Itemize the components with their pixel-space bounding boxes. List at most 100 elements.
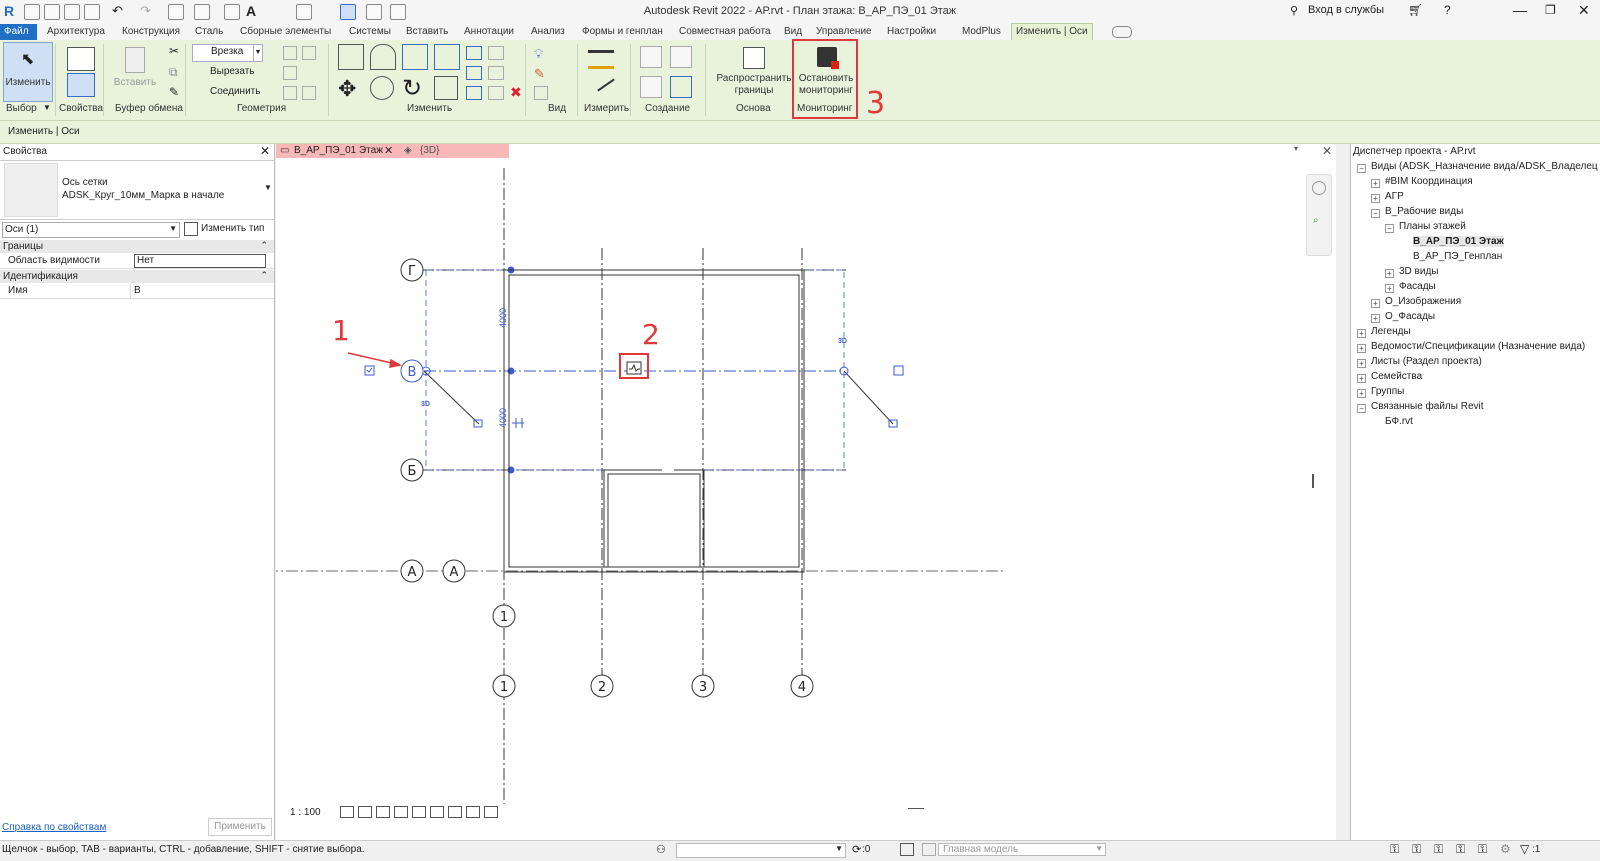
expand-icon[interactable]: +	[1385, 284, 1394, 293]
browser-item[interactable]: Виды (ADSK_Назначение вида/ADSK_Владелец	[1371, 161, 1598, 172]
properties-help-link[interactable]: Справка по свойствам	[2, 822, 106, 833]
demolish-icon[interactable]	[302, 46, 316, 60]
type-selector[interactable]: Ось сетки ADSK_Круг_10мм_Марка в начале …	[0, 161, 274, 220]
browser-item[interactable]: Ведомости/Спецификации (Назначение вида)	[1371, 341, 1585, 352]
view-selection-icon[interactable]	[534, 86, 548, 100]
tab-collaborate[interactable]: Совместная работа	[675, 24, 775, 40]
hide-element-icon[interactable]: 💡︎	[534, 46, 543, 62]
expand-icon[interactable]: +	[1357, 329, 1366, 338]
expand-icon[interactable]: +	[1371, 194, 1380, 203]
browser-item[interactable]: Листы (Раздел проекта)	[1371, 356, 1482, 367]
chevron-down-icon[interactable]: ▼	[43, 103, 51, 112]
instance-filter-select[interactable]: Оси (1) ▼	[2, 222, 180, 238]
search-help-icon[interactable]: ⚲	[1290, 4, 1302, 17]
close-icon[interactable]: ✕	[384, 144, 393, 157]
name-field[interactable]: В	[134, 285, 141, 296]
browser-item[interactable]: Семейства	[1371, 371, 1422, 382]
tab-file[interactable]: Файл	[0, 24, 37, 40]
tab-massing-site[interactable]: Формы и генплан	[578, 24, 667, 40]
edit-type-button[interactable]: Изменить тип	[184, 221, 270, 237]
collapse-icon[interactable]: −	[1371, 209, 1380, 218]
drag-elements-icon[interactable]: ⚿	[1478, 842, 1487, 857]
tab-analyze[interactable]: Анализ	[527, 24, 569, 40]
select-by-face-icon[interactable]: ⚿	[1456, 842, 1465, 857]
collapse-icon[interactable]: −	[1357, 404, 1366, 413]
cart-icon[interactable]: 🛒︎	[1408, 3, 1423, 17]
design-option-select[interactable]: Главная модель ▼	[938, 843, 1106, 856]
tab-manage[interactable]: Управление	[812, 24, 876, 40]
view-tab-3d[interactable]: {3D}	[420, 145, 439, 156]
horizontal-scrollbar[interactable]	[908, 808, 924, 809]
browser-item[interactable]: В_Рабочие виды	[1385, 206, 1463, 217]
wall-joins-icon[interactable]	[283, 46, 297, 60]
tab-precast[interactable]: Сборные элементы	[236, 24, 335, 40]
create-similar-icon[interactable]	[670, 76, 692, 98]
temp-hide-icon[interactable]	[448, 806, 462, 818]
browser-item[interactable]: Планы этажей	[1399, 221, 1466, 232]
ribbon-toggle-icon[interactable]	[1112, 26, 1132, 38]
view-tab-active[interactable]: ▭ В_АР_ПЭ_01 Этаж ✕ ◈ {3D}	[276, 144, 509, 158]
override-graphics-icon[interactable]: ✎	[534, 66, 545, 82]
pin-icon[interactable]	[488, 66, 504, 80]
select-underlay-icon[interactable]: ⚿	[1412, 842, 1421, 857]
tab-modify-grids[interactable]: Изменить | Оси	[1011, 23, 1093, 41]
trim-extend-icon[interactable]	[434, 76, 458, 100]
tab-steel[interactable]: Сталь	[191, 24, 227, 40]
split-face-icon[interactable]	[283, 66, 297, 80]
tab-architecture[interactable]: Архитектура	[43, 24, 109, 40]
create-parts-icon[interactable]	[670, 46, 692, 68]
analytical-model-icon[interactable]	[484, 806, 498, 818]
browser-item[interactable]: В_АР_ПЭ_01 Этаж	[1413, 236, 1504, 247]
offset-icon[interactable]	[370, 44, 396, 70]
browser-item[interactable]: 3D виды	[1399, 266, 1438, 277]
remove-paint-icon[interactable]	[302, 86, 316, 100]
help-icon[interactable]: ?	[1444, 3, 1451, 17]
select-links-icon[interactable]: ⚿	[1390, 842, 1399, 857]
editable-only-icon[interactable]: ⟳	[852, 843, 861, 856]
expand-icon[interactable]: +	[1371, 299, 1380, 308]
crop-view-icon[interactable]	[412, 806, 426, 818]
reveal-hidden-icon[interactable]	[466, 806, 480, 818]
select-pinned-icon[interactable]: ⚿	[1434, 842, 1443, 857]
propagate-extents-button[interactable]: Распространить границы	[712, 42, 796, 102]
collapse-icon[interactable]: −	[1357, 164, 1366, 173]
close-button[interactable]: ✕	[1578, 2, 1590, 19]
copy-icon[interactable]: ⧉	[169, 65, 178, 80]
worksets-icon[interactable]: ⚇	[656, 843, 666, 856]
scale-icon[interactable]	[466, 86, 482, 100]
browser-item[interactable]: Группы	[1371, 386, 1404, 397]
tab-structure[interactable]: Конструкция	[118, 24, 184, 40]
array-icon[interactable]	[466, 66, 482, 80]
paste-button[interactable]: Вставить	[112, 42, 158, 102]
browser-item[interactable]: Фасады	[1399, 281, 1436, 292]
collapse-icon[interactable]: −	[1385, 224, 1394, 233]
align-icon[interactable]	[338, 44, 364, 70]
group-header-extents[interactable]: Границы ⌃	[0, 240, 274, 253]
tab-view[interactable]: Вид	[780, 24, 806, 40]
maximize-button[interactable]: ❐	[1545, 3, 1556, 17]
mirror-draw-icon[interactable]	[434, 44, 460, 70]
panel-select[interactable]: Выбор	[6, 103, 37, 114]
browser-item[interactable]: О_Фасады	[1385, 311, 1435, 322]
design-options-icon[interactable]	[900, 843, 914, 856]
rotate-icon[interactable]: ↻	[402, 74, 422, 103]
tab-insert[interactable]: Вставить	[402, 24, 452, 40]
browser-item[interactable]: БФ.rvt	[1385, 416, 1413, 427]
browser-item[interactable]: Связанные файлы Revit	[1371, 401, 1484, 412]
view-close-icon[interactable]: ✕	[1322, 144, 1332, 158]
expand-icon[interactable]: +	[1371, 314, 1380, 323]
visual-style-icon[interactable]	[358, 806, 372, 818]
cut-icon[interactable]: ✂	[169, 44, 179, 58]
sun-path-icon[interactable]	[376, 806, 390, 818]
tabs-dropdown-icon[interactable]: ▾	[1294, 144, 1298, 153]
workset-select[interactable]: ▼	[676, 843, 846, 858]
background-processes-icon[interactable]: ⚙	[1500, 842, 1511, 856]
trim-multiple-icon[interactable]	[488, 86, 504, 100]
delete-icon[interactable]: ✖	[510, 84, 522, 101]
detail-level-icon[interactable]	[340, 806, 354, 818]
copy-elements-icon[interactable]	[370, 76, 394, 100]
browser-item[interactable]: АГР	[1385, 191, 1404, 202]
filter-icon[interactable]: ▽	[1520, 842, 1529, 856]
tab-modplus[interactable]: ModPlus	[958, 24, 1005, 40]
browser-item[interactable]: В_АР_ПЭ_Генплан	[1413, 251, 1502, 262]
